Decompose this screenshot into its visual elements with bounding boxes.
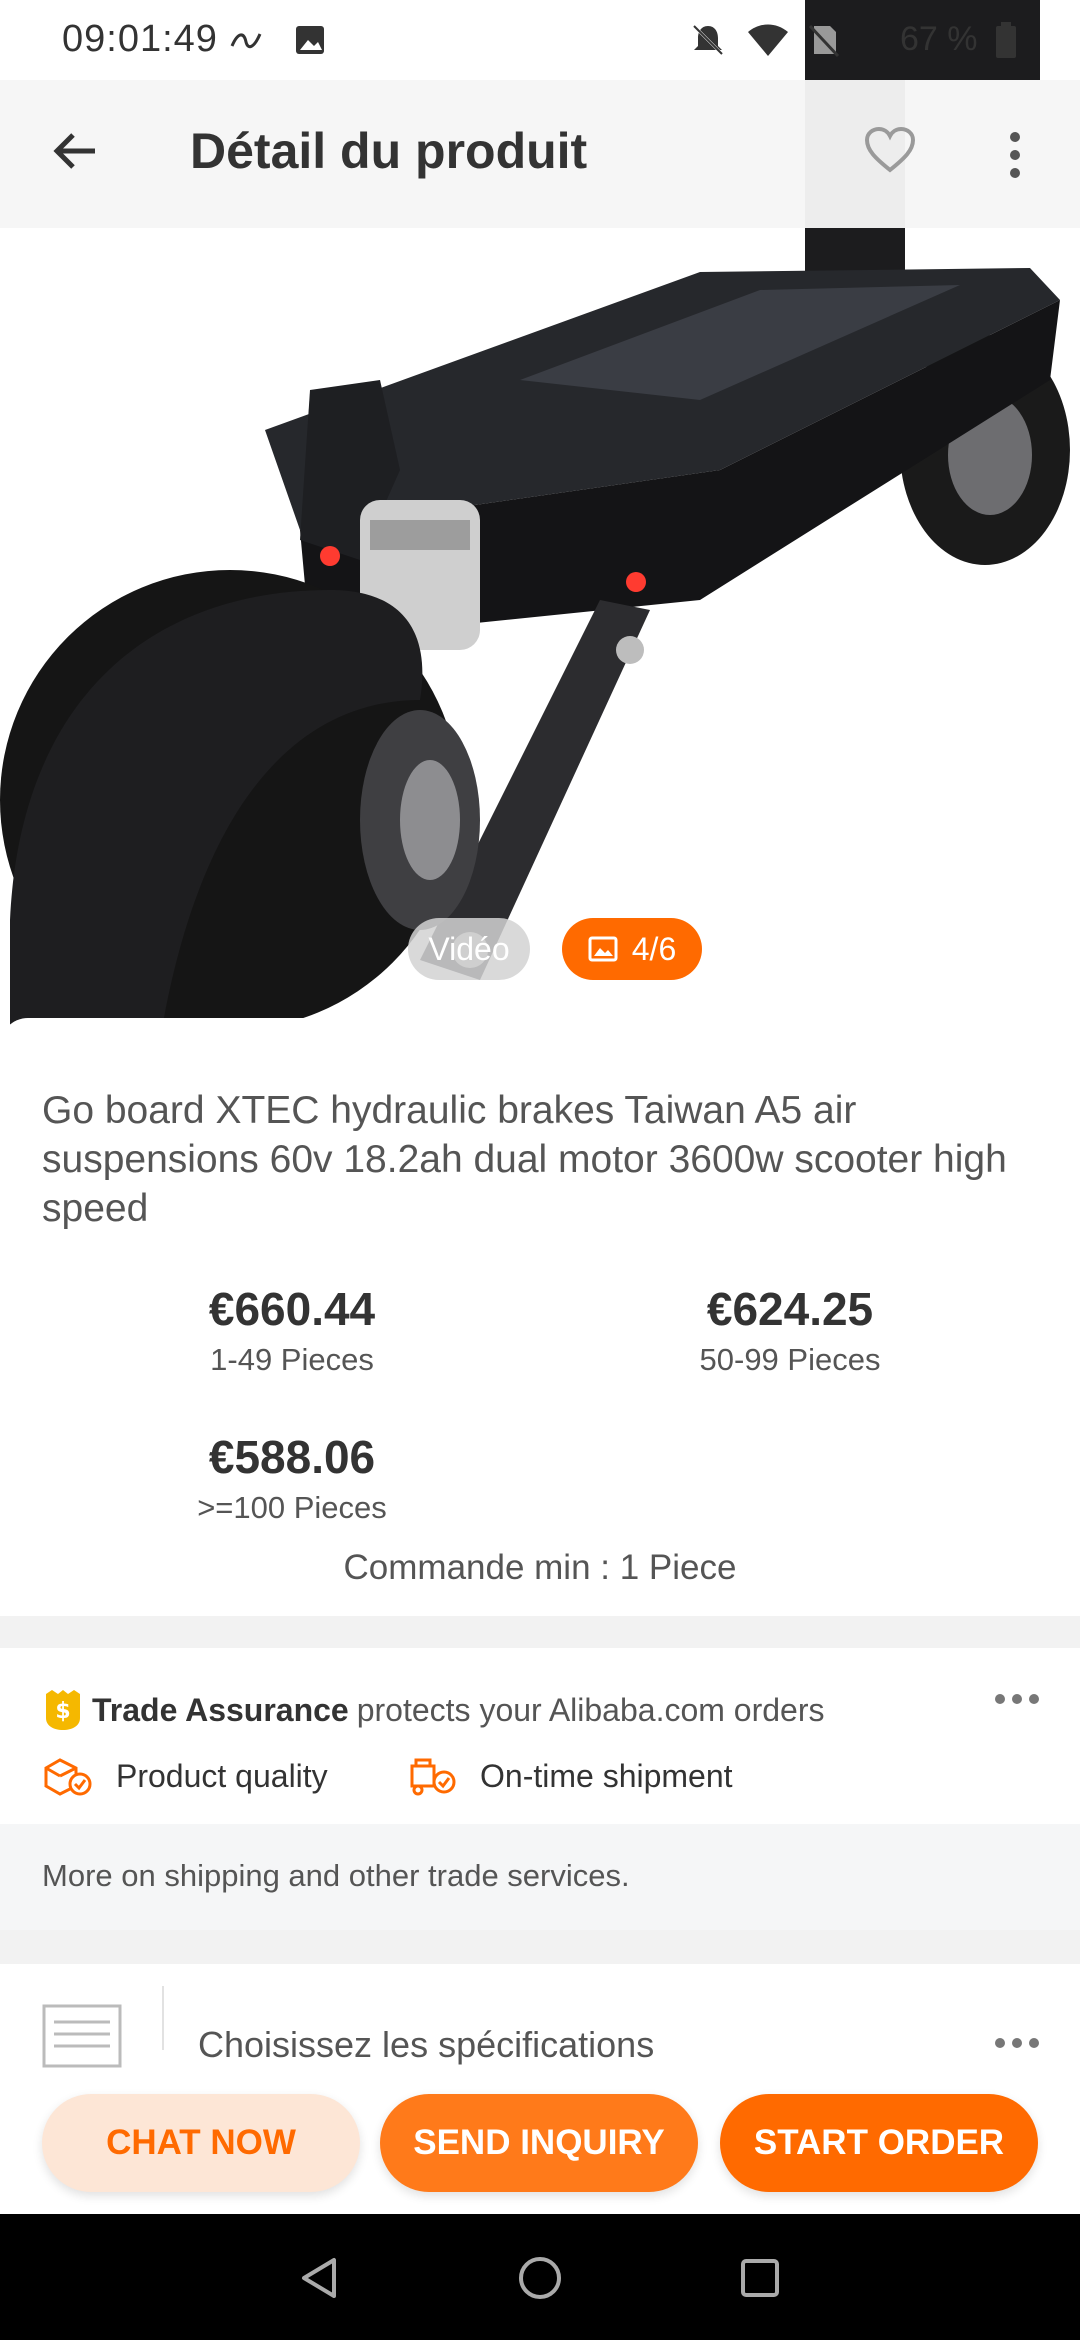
price-tier: €624.25 50-99 Pieces: [640, 1282, 940, 1378]
image-icon: [292, 22, 328, 58]
start-order-button[interactable]: START ORDER: [720, 2094, 1038, 2192]
back-button[interactable]: [40, 116, 110, 186]
product-title: Go board XTEC hydraulic brakes Taiwan A5…: [42, 1089, 1007, 1230]
shipping-info-text: More on shipping and other trade service…: [42, 1858, 630, 1893]
price-quantity: 1-49 Pieces: [210, 1342, 374, 1377]
price-value: €624.25: [706, 1283, 874, 1335]
battery-icon: [994, 22, 1030, 58]
more-vertical-icon: [1010, 132, 1020, 178]
spec-divider: [162, 1986, 164, 2050]
bell-off-icon: [690, 22, 726, 58]
more-options-button[interactable]: [990, 120, 1040, 190]
minimum-order: Commande min : 1 Piece: [343, 1548, 737, 1587]
feature-on-time-shipment: On-time shipment: [406, 1756, 733, 1796]
price-value: €660.44: [208, 1283, 376, 1335]
video-button[interactable]: Vidéo: [408, 918, 530, 980]
system-navigation-bar: [0, 2214, 1080, 2340]
more-horizontal-icon[interactable]: [994, 2036, 1040, 2054]
feature-label: On-time shipment: [480, 1757, 733, 1794]
specifications-label: Choisissez les spécifications: [198, 2024, 655, 2065]
section-divider: [0, 1616, 1080, 1648]
wifi-icon: [746, 22, 788, 58]
nav-home-button[interactable]: [510, 2248, 570, 2308]
heart-outline-icon: [864, 126, 916, 173]
video-label: Vidéo: [428, 930, 510, 967]
arrow-left-icon: [53, 133, 95, 169]
battery-percentage: 67 %: [900, 20, 978, 58]
price-quantity: 50-99 Pieces: [699, 1342, 881, 1377]
price-value: €588.06: [208, 1431, 376, 1483]
app-bar: Détail du produit: [0, 80, 1080, 228]
trade-assurance-line: $ Trade Assurance protects your Alibaba.…: [42, 1688, 825, 1732]
nav-home-icon: [519, 2257, 561, 2299]
status-time: 09:01:49: [62, 18, 218, 60]
list-icon: [42, 2004, 122, 2073]
shipping-info-row[interactable]: More on shipping and other trade service…: [0, 1824, 1080, 1930]
status-bar: 09:01:49 67 %: [0, 0, 1080, 80]
feature-product-quality: Product quality: [42, 1756, 328, 1796]
gallery-counter-button[interactable]: 4/6: [562, 918, 702, 980]
trade-assurance-section[interactable]: $ Trade Assurance protects your Alibaba.…: [0, 1648, 1080, 1824]
more-horizontal-icon[interactable]: [994, 1692, 1040, 1710]
link-icon: [228, 22, 264, 58]
trade-assurance-description: protects your Alibaba.com orders: [356, 1691, 825, 1728]
price-tier: €660.44 1-49 Pieces: [142, 1282, 442, 1378]
product-quality-icon: [44, 1758, 92, 1796]
gallery-counter: 4/6: [631, 930, 677, 967]
price-tier: €588.06 >=100 Pieces: [142, 1430, 442, 1526]
page-title: Détail du produit: [190, 123, 588, 179]
nav-back-icon: [302, 2258, 336, 2298]
image-icon: [588, 936, 618, 962]
section-divider: [0, 1930, 1080, 1964]
specifications-row[interactable]: Choisissez les spécifications: [0, 1964, 1080, 2104]
nav-back-button[interactable]: [290, 2248, 350, 2308]
on-time-shipment-icon: [410, 1758, 456, 1796]
nav-recents-icon: [741, 2259, 779, 2297]
favorite-button[interactable]: [858, 118, 922, 182]
nav-recents-button[interactable]: [730, 2248, 790, 2308]
price-quantity: >=100 Pieces: [197, 1490, 387, 1525]
feature-label: Product quality: [116, 1757, 328, 1794]
trade-assurance-brand: Trade Assurance: [92, 1691, 349, 1728]
svg-text:$: $: [55, 1699, 70, 1724]
send-inquiry-button[interactable]: SEND INQUIRY: [380, 2094, 698, 2192]
chat-now-button[interactable]: CHAT NOW: [42, 2094, 360, 2192]
no-sim-icon: [806, 22, 842, 58]
trade-assurance-badge-icon: $: [46, 1690, 80, 1730]
